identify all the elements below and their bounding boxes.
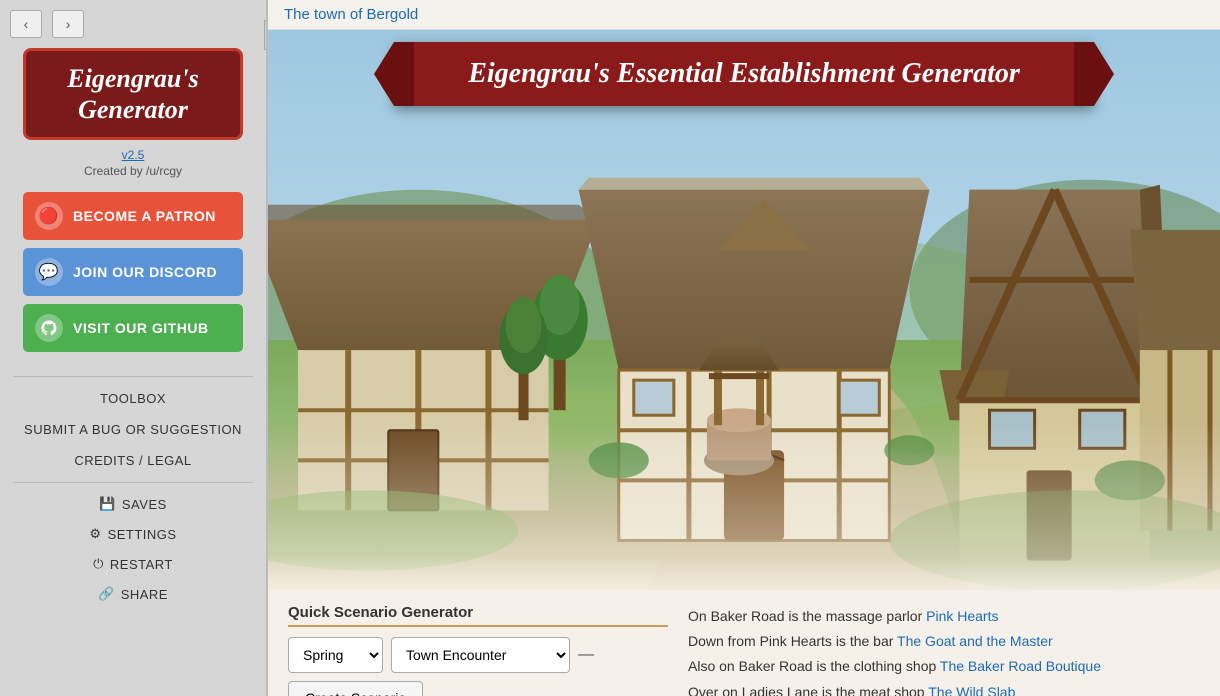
goat-master-link[interactable]: The Goat and the Master (897, 633, 1053, 649)
back-icon: ‹ (24, 16, 29, 32)
hero-area: Eigengrau's Essential Establishment Gene… (268, 30, 1220, 590)
logo-box: Eigengrau's Generator (23, 48, 243, 140)
scenario-controls: Spring Summer Autumn Winter Town Encount… (288, 637, 668, 696)
info-line-2: Down from Pink Hearts is the bar The Goa… (688, 629, 1200, 654)
restart-link[interactable]: ⏻ RESTART (0, 549, 266, 579)
town-link[interactable]: The town of Bergold (284, 6, 418, 23)
encounter-select[interactable]: Town Encounter Wilderness Encounter Dung… (391, 637, 570, 673)
credits-link[interactable]: CREDITS / LEGAL (0, 445, 266, 476)
github-icon (35, 314, 63, 342)
sidebar-divider-1 (13, 376, 252, 377)
saves-icon: 💾 (99, 496, 116, 512)
info-line-3: Also on Baker Road is the clothing shop … (688, 654, 1200, 679)
toolbox-link[interactable]: TOOLBOX (0, 383, 266, 414)
pink-hearts-link[interactable]: Pink Hearts (926, 608, 998, 624)
town-header: The town of Bergold (268, 0, 1220, 30)
patreon-icon: 🔴 (35, 202, 63, 230)
create-scenario-button[interactable]: Create Scenario (288, 681, 423, 696)
logo-text: Eigengrau's Generator (42, 63, 224, 125)
version-link[interactable]: v2.5 (122, 148, 145, 162)
info-line-1: On Baker Road is the massage parlor Pink… (688, 604, 1200, 629)
discord-icon: 💬 (35, 258, 63, 286)
forward-icon: › (66, 16, 71, 32)
info-panel: On Baker Road is the massage parlor Pink… (688, 604, 1200, 682)
restart-icon: ⏻ (93, 556, 104, 572)
main-content: The town of Bergold (268, 0, 1220, 696)
saves-link[interactable]: 💾 SAVES (0, 489, 266, 519)
version-text: v2.5 (122, 148, 145, 162)
bug-link[interactable]: SUBMIT A BUG OR SUGGESTION (0, 414, 266, 445)
forward-button[interactable]: › (52, 10, 84, 38)
creator-text: Created by /u/rcgy (84, 164, 182, 178)
navigation-arrows: ‹ › (0, 10, 84, 38)
sidebar-divider-2 (13, 482, 252, 483)
scenario-generator: Quick Scenario Generator Spring Summer A… (288, 604, 668, 682)
season-select[interactable]: Spring Summer Autumn Winter (288, 637, 383, 673)
bottom-panel: Quick Scenario Generator Spring Summer A… (268, 590, 1220, 696)
scenario-dash: — (578, 646, 594, 664)
settings-icon: ⚙ (89, 526, 101, 542)
scenario-title: Quick Scenario Generator (288, 604, 668, 627)
github-button[interactable]: VISIT OUR GITHUB (23, 304, 243, 352)
share-icon: 🔗 (98, 586, 115, 602)
settings-link[interactable]: ⚙ SETTINGS (0, 519, 266, 549)
village-scene (268, 30, 1220, 590)
hero-banner: Eigengrau's Essential Establishment Gene… (394, 42, 1094, 106)
sidebar: ‹ ‹ › Eigengrau's Generator v2.5 Created… (0, 0, 268, 696)
baker-road-boutique-link[interactable]: The Baker Road Boutique (940, 658, 1101, 674)
back-button[interactable]: ‹ (10, 10, 42, 38)
discord-button[interactable]: 💬 JOIN OUR DISCORD (23, 248, 243, 296)
share-link[interactable]: 🔗 SHARE (0, 579, 266, 609)
patron-button[interactable]: 🔴 BECOME A PATRON (23, 192, 243, 240)
wild-slab-link[interactable]: The Wild Slab (928, 684, 1015, 696)
info-line-4: Over on Ladies Lane is the meat shop The… (688, 680, 1200, 696)
